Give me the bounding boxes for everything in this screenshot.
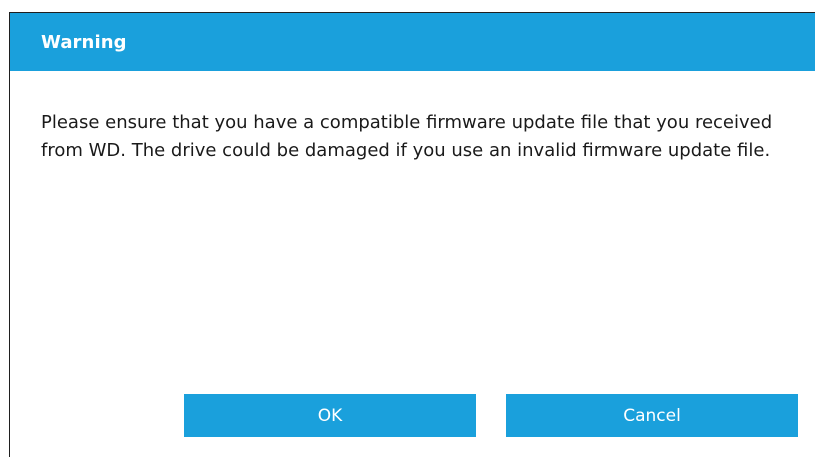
cancel-button[interactable]: Cancel — [506, 394, 798, 437]
warning-dialog: Warning Please ensure that you have a co… — [9, 12, 815, 457]
ok-button[interactable]: OK — [184, 394, 476, 437]
dialog-title: Warning — [41, 31, 127, 53]
ok-button-label: OK — [317, 405, 343, 426]
warning-message: Please ensure that you have a compatible… — [41, 112, 773, 161]
cancel-button-label: Cancel — [623, 405, 681, 426]
dialog-title-bar: Warning — [10, 13, 815, 71]
